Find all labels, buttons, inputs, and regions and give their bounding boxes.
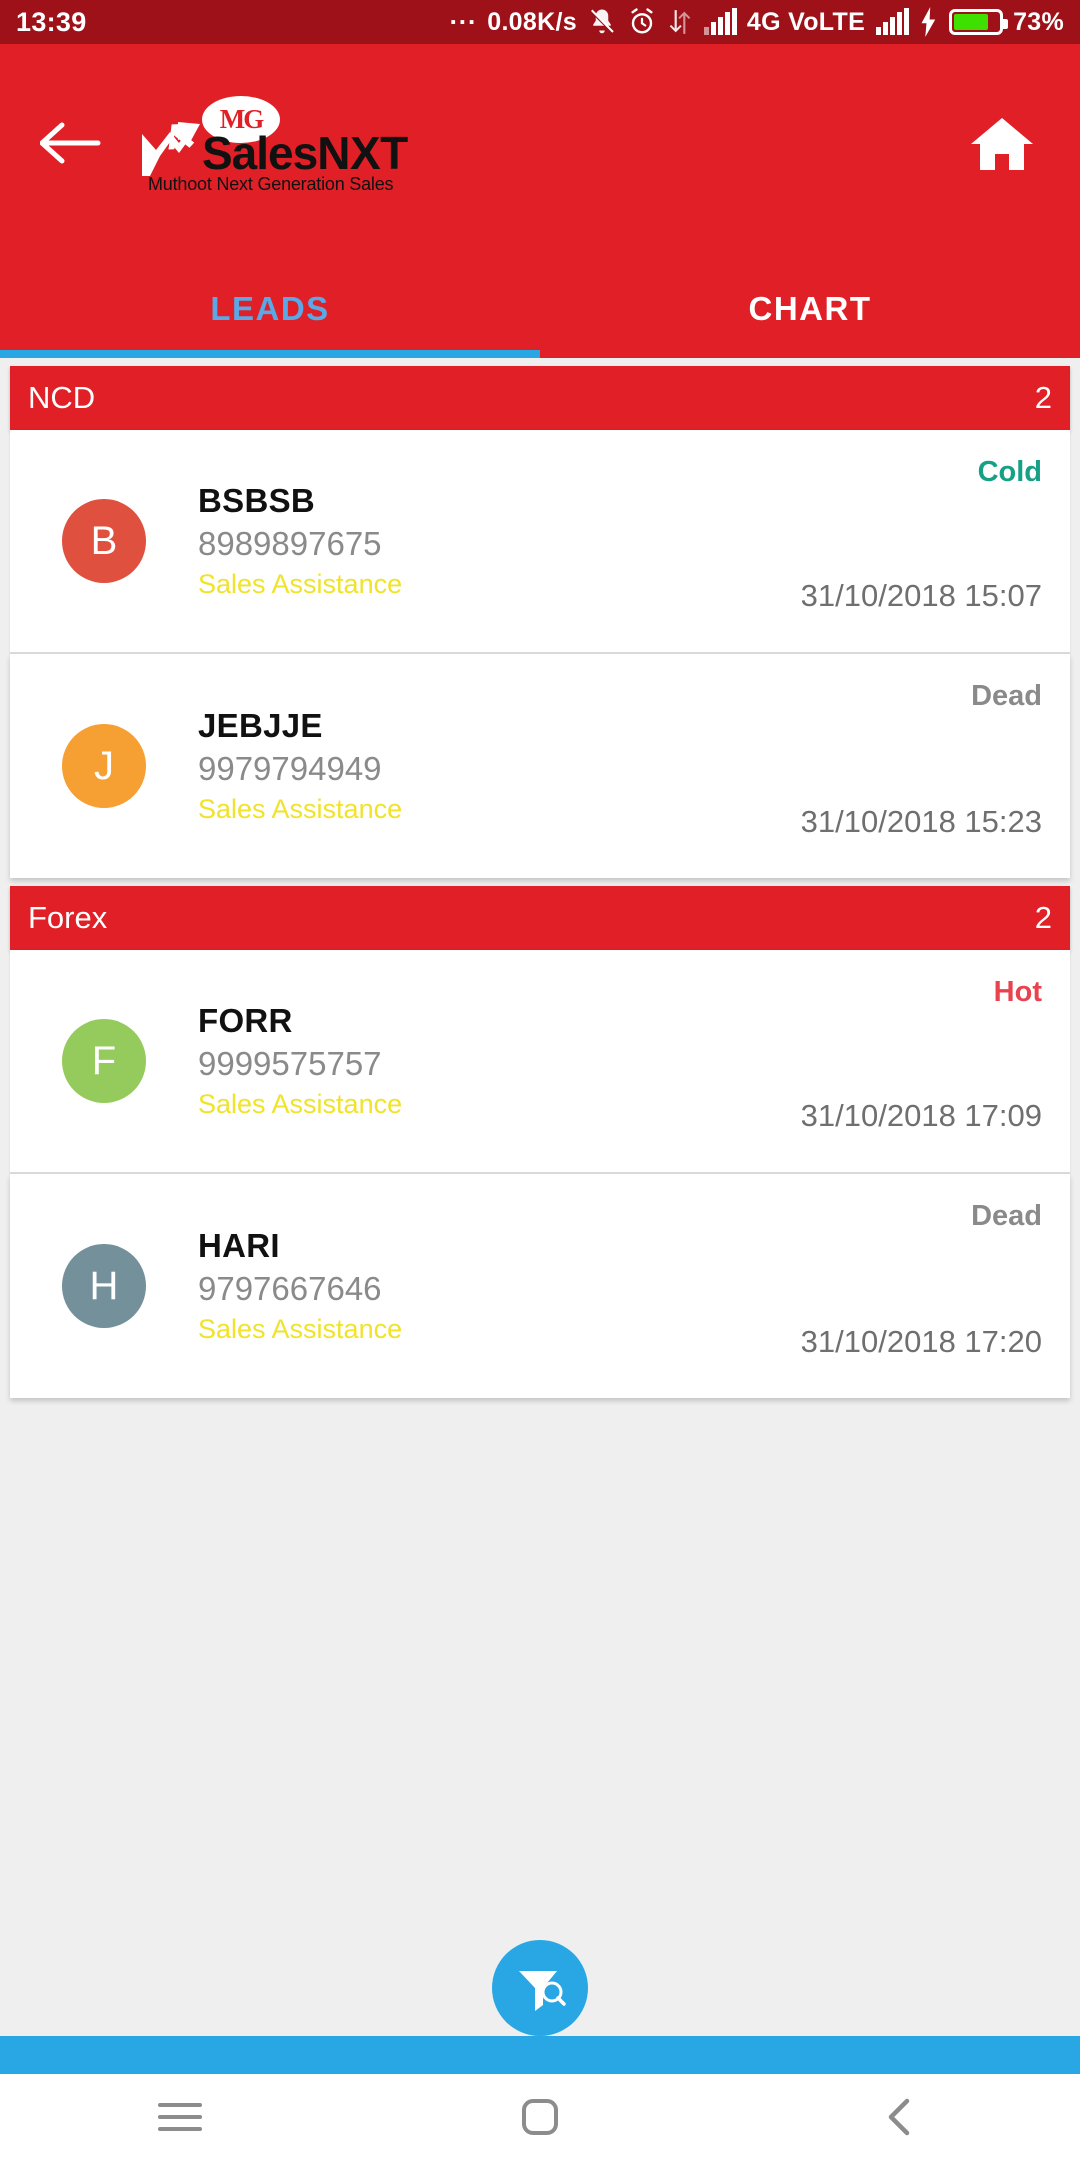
status-bar: 13:39 ... 0.08K/s 4G VoLTE 73% (0, 0, 1080, 44)
leads-list[interactable]: NCD 2 B BSBSB 8989897675 Sales Assistanc… (0, 358, 1080, 2004)
lead-type: Sales Assistance (198, 794, 403, 824)
group-count: 2 (1034, 380, 1052, 415)
recents-button[interactable] (0, 2099, 360, 2135)
avatar: B (62, 499, 146, 583)
status-badge: Dead (971, 1200, 1042, 1232)
network-type-label: 4G VoLTE (746, 7, 866, 36)
home-button[interactable] (964, 106, 1040, 182)
charging-bolt-icon (919, 7, 939, 37)
tab-indicator (0, 350, 540, 358)
network-speed-label: 0.08K/s (487, 7, 577, 36)
tab-leads[interactable]: LEADS (0, 260, 540, 358)
lead-card[interactable]: J JEBJJE 9979794949 Sales Assistance Dea… (10, 654, 1070, 878)
group-title: NCD (28, 380, 96, 415)
battery-icon (949, 9, 1009, 35)
status-badge: Hot (993, 976, 1042, 1008)
app-bar: MG Sales NXT Muthoot Next Generation Sal… (0, 44, 1080, 260)
lead-type: Sales Assistance (198, 569, 403, 599)
tab-leads-label: LEADS (210, 290, 330, 327)
lead-type: Sales Assistance (198, 1089, 403, 1119)
overflow-dots-icon: ... (449, 0, 478, 30)
back-nav-button[interactable] (720, 2095, 1080, 2139)
app-logo: MG Sales NXT Muthoot Next Generation Sal… (140, 96, 408, 194)
avatar-initial: B (90, 518, 118, 563)
logo-nxt-text: NXT (317, 127, 408, 179)
home-icon (971, 118, 1033, 170)
bottom-accent-bar (0, 2036, 1080, 2074)
m-arrow-icon (140, 120, 206, 176)
avatar-initial: H (89, 1263, 119, 1308)
lead-type: Sales Assistance (198, 1314, 403, 1344)
avatar: J (62, 724, 146, 808)
filter-search-icon (519, 1971, 566, 2011)
group-header-forex[interactable]: Forex 2 (10, 886, 1070, 950)
lead-phone: 9979794949 (198, 750, 382, 787)
lead-name: FORR (198, 1002, 293, 1039)
battery-percent-label: 73% (1013, 7, 1064, 36)
menu-icon (158, 2103, 202, 2131)
group-count: 2 (1034, 900, 1052, 935)
lead-phone: 8989897675 (198, 525, 382, 562)
tab-bar: LEADS CHART (0, 260, 1080, 358)
status-badge: Cold (977, 456, 1042, 488)
lead-timestamp: 31/10/2018 17:20 (800, 1324, 1042, 1359)
back-button[interactable] (36, 108, 106, 178)
status-clock: 13:39 (16, 6, 87, 37)
lead-name: HARI (198, 1227, 280, 1264)
logo-sales-text: Sales (202, 127, 318, 179)
lead-timestamp: 31/10/2018 15:07 (800, 578, 1042, 613)
system-navigation-bar (0, 2074, 1080, 2160)
alarm-icon (627, 7, 657, 37)
home-nav-button[interactable] (360, 2095, 720, 2139)
app-screen: 13:39 ... 0.08K/s 4G VoLTE 73% MG Sales … (0, 0, 1080, 2160)
home-square-icon (522, 2099, 558, 2135)
tab-chart[interactable]: CHART (540, 260, 1080, 358)
lead-timestamp: 31/10/2018 17:09 (800, 1098, 1042, 1133)
status-badge: Dead (971, 680, 1042, 712)
bell-muted-icon (587, 7, 617, 37)
back-chevron-icon (888, 2098, 910, 2136)
lead-timestamp: 31/10/2018 15:23 (800, 804, 1042, 839)
group-header-ncd[interactable]: NCD 2 (10, 366, 1070, 430)
lead-phone: 9999575757 (198, 1045, 382, 1082)
lead-card[interactable]: B BSBSB 8989897675 Sales Assistance Cold… (10, 430, 1070, 654)
avatar: H (62, 1244, 146, 1328)
group-title: Forex (28, 900, 108, 935)
data-transfer-icon (667, 8, 693, 36)
lead-card[interactable]: H HARI 9797667646 Sales Assistance Dead … (10, 1174, 1070, 1398)
avatar-initial: F (91, 1038, 117, 1083)
avatar-initial: J (94, 743, 114, 788)
signal-icon (703, 8, 737, 36)
signal-icon-2 (875, 8, 910, 36)
arrow-left-icon (40, 122, 101, 164)
lead-card[interactable]: F FORR 9999575757 Sales Assistance Hot 3… (10, 950, 1070, 1174)
tab-chart-label: CHART (748, 290, 872, 327)
avatar: F (62, 1019, 146, 1103)
filter-fab-button[interactable] (492, 1940, 588, 2036)
lead-name: BSBSB (198, 482, 316, 519)
lead-name: JEBJJE (198, 707, 323, 744)
logo-tagline: Muthoot Next Generation Sales (148, 174, 394, 194)
lead-phone: 9797667646 (198, 1270, 382, 1307)
